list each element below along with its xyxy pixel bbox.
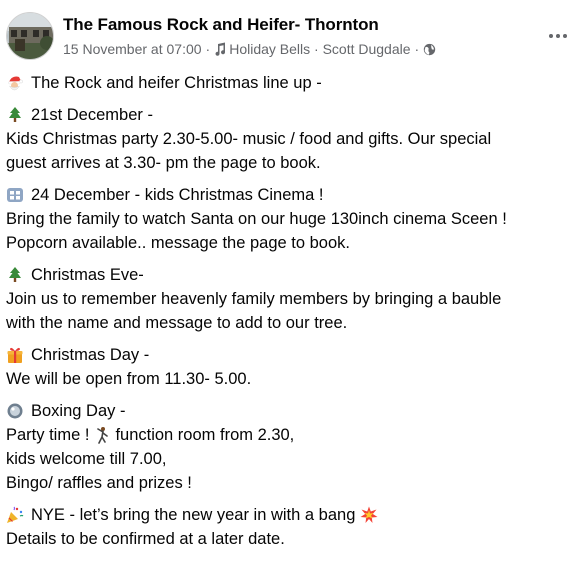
christmas-day-paragraph: Christmas Day - We will be open from 11.… [6,343,582,391]
boxing-day-line1b: function room from 2.30, [115,426,295,444]
cinema-paragraph: 24 December - kids Christmas Cinema ! Br… [6,183,582,255]
christmas-eve-line2: with the name and message to add to our … [6,314,348,332]
intro-paragraph: The Rock and heifer Christmas line up - [6,71,582,95]
christmas-day-heading: Christmas Day - [31,346,150,364]
meta-separator-2: · [414,41,420,57]
page-name-link[interactable]: The Famous Rock and Heifer- Thornton [63,15,379,35]
boxing-day-line3: Bingo/ raffles and prizes ! [6,474,192,492]
nye-line1: Details to be confirmed at a later date. [6,530,285,548]
gift-emoji-icon [7,347,23,363]
kids-party-heading: 21st December - [31,106,153,124]
post-body: The Rock and heifer Christmas line up - … [6,71,582,559]
page-avatar[interactable] [6,12,54,60]
cinema-heading: 24 December - kids Christmas Cinema ! [31,186,324,204]
christmas-tree-emoji-icon [9,267,21,282]
nye-paragraph: NYE - let’s bring the new year in with a… [6,503,582,551]
post-meta: 15 November at 07:00 · Holiday Bells · S… [63,41,436,57]
music-track[interactable]: Holiday Bells · Scott Dugdale [229,41,410,57]
intro-text: The Rock and heifer Christmas line up - [31,74,322,92]
christmas-eve-paragraph: Christmas Eve- Join us to remember heave… [6,263,582,335]
kids-party-line1: Kids Christmas party 2.30-5.00- music / … [6,130,492,148]
boxing-day-line2: kids welcome till 7.00, [6,450,167,468]
post-date[interactable]: 15 November at 07:00 [63,41,202,57]
boxing-day-line1a: Party time ! [6,426,90,444]
christmas-eve-heading: Christmas Eve- [31,266,144,284]
christmas-eve-line1: Join us to remember heavenly family memb… [6,290,502,308]
christmas-day-line1: We will be open from 11.30- 5.00. [6,370,252,388]
cinema-line1: Bring the family to watch Santa on our h… [6,210,507,228]
post-header: The Famous Rock and Heifer- Thornton 15 … [6,12,580,62]
more-options-icon [549,34,553,38]
nye-heading: NYE - let’s bring the new year in with a… [31,506,356,524]
kids-party-line2: guest arrives at 3.30- pm the page to bo… [6,154,321,172]
boxing-day-heading: Boxing Day - [31,402,126,420]
cinema-line2: Popcorn available.. message the page to … [6,234,350,252]
meta-separator: · [205,41,211,57]
kids-party-paragraph: 21st December - Kids Christmas party 2.3… [6,103,582,175]
dancing-emoji-icon [97,427,109,444]
music-note-icon [215,42,226,56]
party-popper-emoji-icon [7,506,24,523]
collision-emoji-icon [360,506,378,523]
globe-icon[interactable] [423,43,436,56]
film-frames-emoji-icon [7,188,23,202]
christmas-tree-emoji-icon [9,107,21,122]
more-options-button[interactable] [542,22,574,50]
bauble-emoji-icon [7,403,23,419]
santa-emoji-icon [8,76,23,91]
boxing-day-paragraph: Boxing Day - Party time ! function room … [6,399,582,495]
